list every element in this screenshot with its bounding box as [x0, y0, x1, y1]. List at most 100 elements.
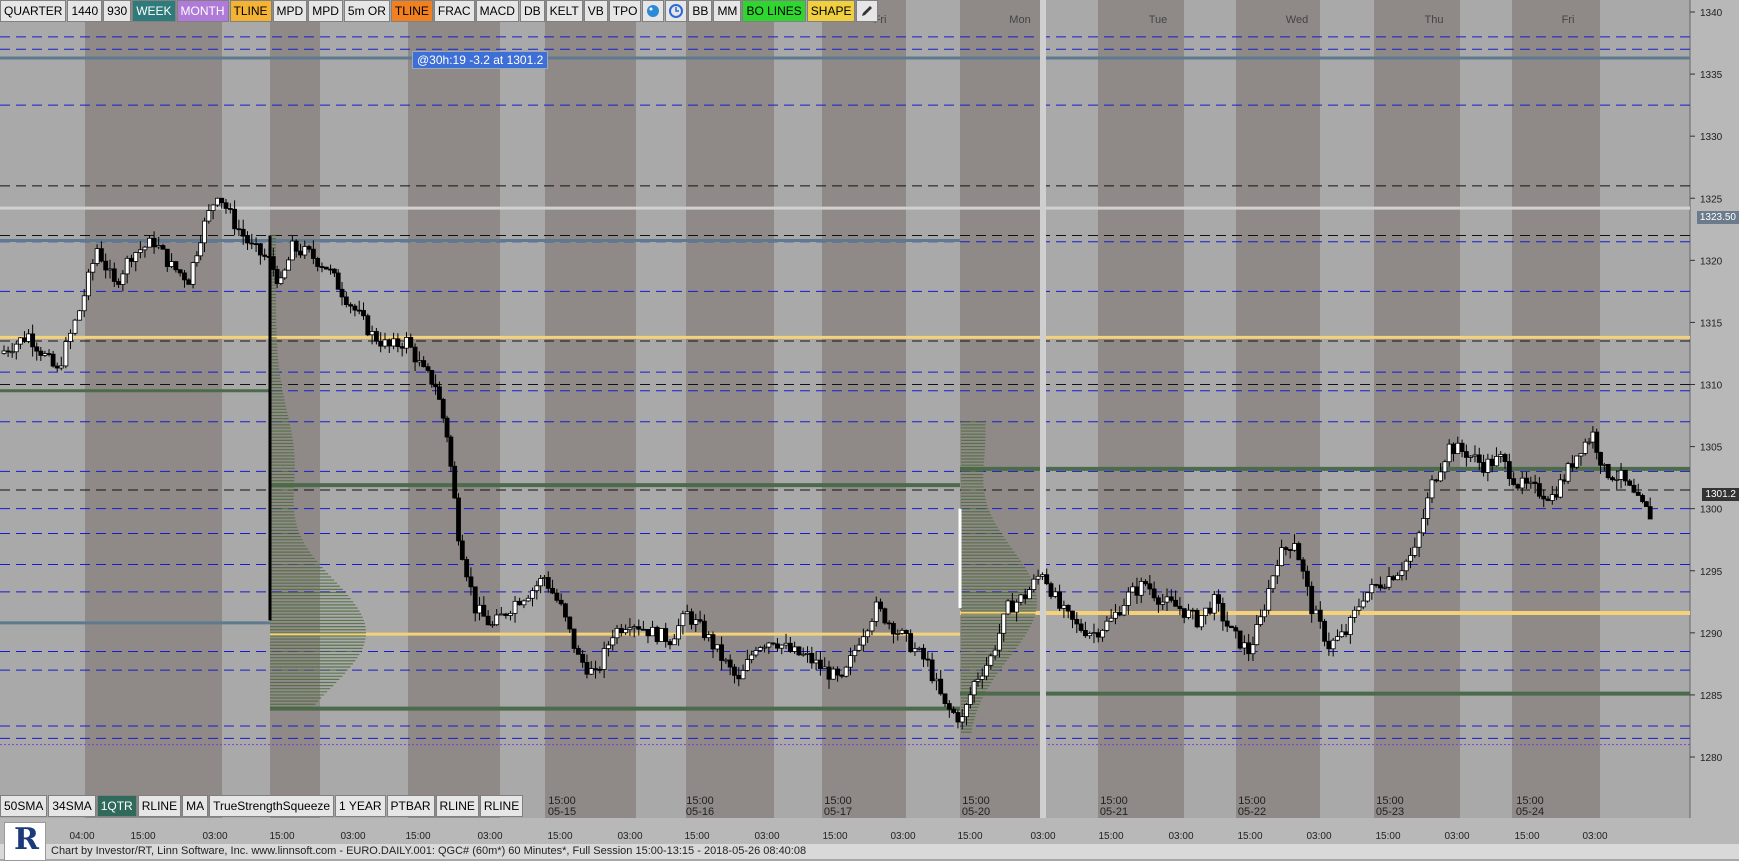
indicator-1qtr-button[interactable]: 1QTR [96, 795, 137, 817]
candle-body [1347, 617, 1353, 635]
toolbar-week-button[interactable]: WEEK [132, 0, 176, 22]
candle-body [929, 659, 935, 682]
candle-body [593, 668, 598, 671]
toolbar-tpo-button[interactable]: TPO [608, 0, 642, 22]
candle-body [580, 653, 586, 663]
candle-body [1618, 469, 1624, 480]
candle-body [1100, 629, 1105, 638]
time-axis-label: 15:00 [1375, 831, 1400, 842]
candle-body [1494, 456, 1499, 467]
candle-body [1211, 594, 1217, 614]
time-axis-label: 15:00 [1098, 831, 1123, 842]
indicator-34sma-button[interactable]: 34SMA [48, 795, 96, 817]
indicator-1-year-button[interactable]: 1 YEAR [335, 795, 386, 817]
indicator-truestrengthsqueeze-button[interactable]: TrueStrengthSqueeze [209, 795, 335, 817]
candle-body [1296, 543, 1302, 561]
candle-body [684, 611, 690, 615]
toolbar-macd-button[interactable]: MACD [475, 0, 519, 22]
indicator-rline-button[interactable]: RLINE [435, 795, 479, 817]
candle-body [485, 615, 491, 626]
candle-body [1502, 454, 1508, 462]
candle-body [766, 642, 772, 648]
candle-body [186, 279, 192, 285]
toolbar-930-button[interactable]: 930 [103, 0, 132, 22]
palette-icon[interactable] [642, 0, 665, 22]
candle-body [878, 601, 883, 610]
candle-body [232, 208, 237, 230]
time-axis-label: 04:00 [69, 831, 94, 842]
candle-body [882, 608, 888, 624]
candle-body [525, 597, 531, 602]
candle-body [1190, 609, 1196, 612]
candle-body [1386, 576, 1392, 588]
indicator-ptbar-button[interactable]: PTBAR [386, 795, 435, 817]
candle-body [1365, 592, 1370, 602]
toolbar-db-button[interactable]: DB [519, 0, 545, 22]
candle-body [719, 644, 724, 661]
candle-body [571, 628, 577, 649]
toolbar-1440-button[interactable]: 1440 [67, 0, 103, 22]
candle-body [202, 220, 207, 244]
candle-body [1403, 560, 1409, 572]
y-tick-label: 1320 [1700, 256, 1723, 267]
candle-body [42, 353, 48, 356]
session-band [85, 0, 222, 818]
candle-body [805, 652, 810, 655]
candle-body [1104, 620, 1110, 631]
candle-body [869, 621, 875, 632]
date-label-date: 05-15 [548, 806, 576, 818]
indicator-ma-button[interactable]: MA [182, 795, 209, 817]
toolbar-bo-lines-button[interactable]: BO LINES [742, 0, 806, 22]
candle-body [916, 647, 922, 650]
candle-body [1048, 583, 1054, 597]
candle-body [1472, 454, 1478, 457]
clock-icon[interactable] [665, 0, 688, 22]
candle-body [1125, 591, 1131, 606]
indicator-50sma-button[interactable]: 50SMA [0, 795, 48, 817]
toolbar-quarter-button[interactable]: QUARTER [0, 0, 67, 22]
candle-body [597, 668, 603, 671]
candle-body [964, 704, 969, 718]
toolbar-bb-button[interactable]: BB [688, 0, 713, 22]
candle-body [925, 658, 931, 661]
indicator-rline-button[interactable]: RLINE [479, 795, 524, 817]
toolbar-kelt-button[interactable]: KELT [545, 0, 583, 22]
toolbar-frac-button[interactable]: FRAC [433, 0, 475, 22]
candle-body [262, 254, 268, 257]
candle-body [640, 628, 646, 631]
candle-body [328, 268, 333, 271]
candle-body [710, 634, 716, 650]
toolbar-mpd-button[interactable]: MPD [272, 0, 308, 22]
candle-body [1262, 609, 1267, 618]
candle-body [538, 578, 544, 587]
candle-body [286, 259, 291, 271]
candle-body [787, 642, 793, 652]
candle-body [1237, 630, 1243, 649]
toolbar-mpd-button[interactable]: MPD [308, 0, 343, 22]
candle-body [348, 304, 354, 307]
candle-body [490, 624, 495, 627]
toolbar-5m-or-button[interactable]: 5m OR [343, 0, 390, 22]
candle-body [68, 332, 73, 342]
candle-body [971, 681, 977, 696]
candle-body [472, 586, 478, 614]
toolbar-month-button[interactable]: MONTH [176, 0, 229, 22]
toolbar-mm-button[interactable]: MM [713, 0, 742, 22]
price-chart[interactable]: 1280 1285 1290 1295 1300 1305 1310 1315 1320 1325… [0, 0, 1739, 859]
pencil-icon[interactable] [856, 0, 879, 22]
candle-body [1330, 639, 1336, 650]
candle-body [1220, 603, 1226, 622]
toolbar-tline-button[interactable]: TLINE [390, 0, 433, 22]
candle-body [339, 288, 345, 298]
candle-body [448, 436, 454, 467]
candle-body [891, 623, 896, 635]
toolbar-vb-button[interactable]: VB [583, 0, 608, 22]
time-axis-label: 03:00 [1444, 831, 1469, 842]
indicator-rline-button[interactable]: RLINE [137, 795, 182, 817]
toolbar-tline-button[interactable]: TLINE [229, 0, 272, 22]
candle-body [567, 616, 573, 630]
candle-body [5, 350, 11, 353]
candle-body [631, 626, 637, 629]
candle-body [1459, 442, 1465, 452]
toolbar-shape-button[interactable]: SHAPE [806, 0, 856, 22]
